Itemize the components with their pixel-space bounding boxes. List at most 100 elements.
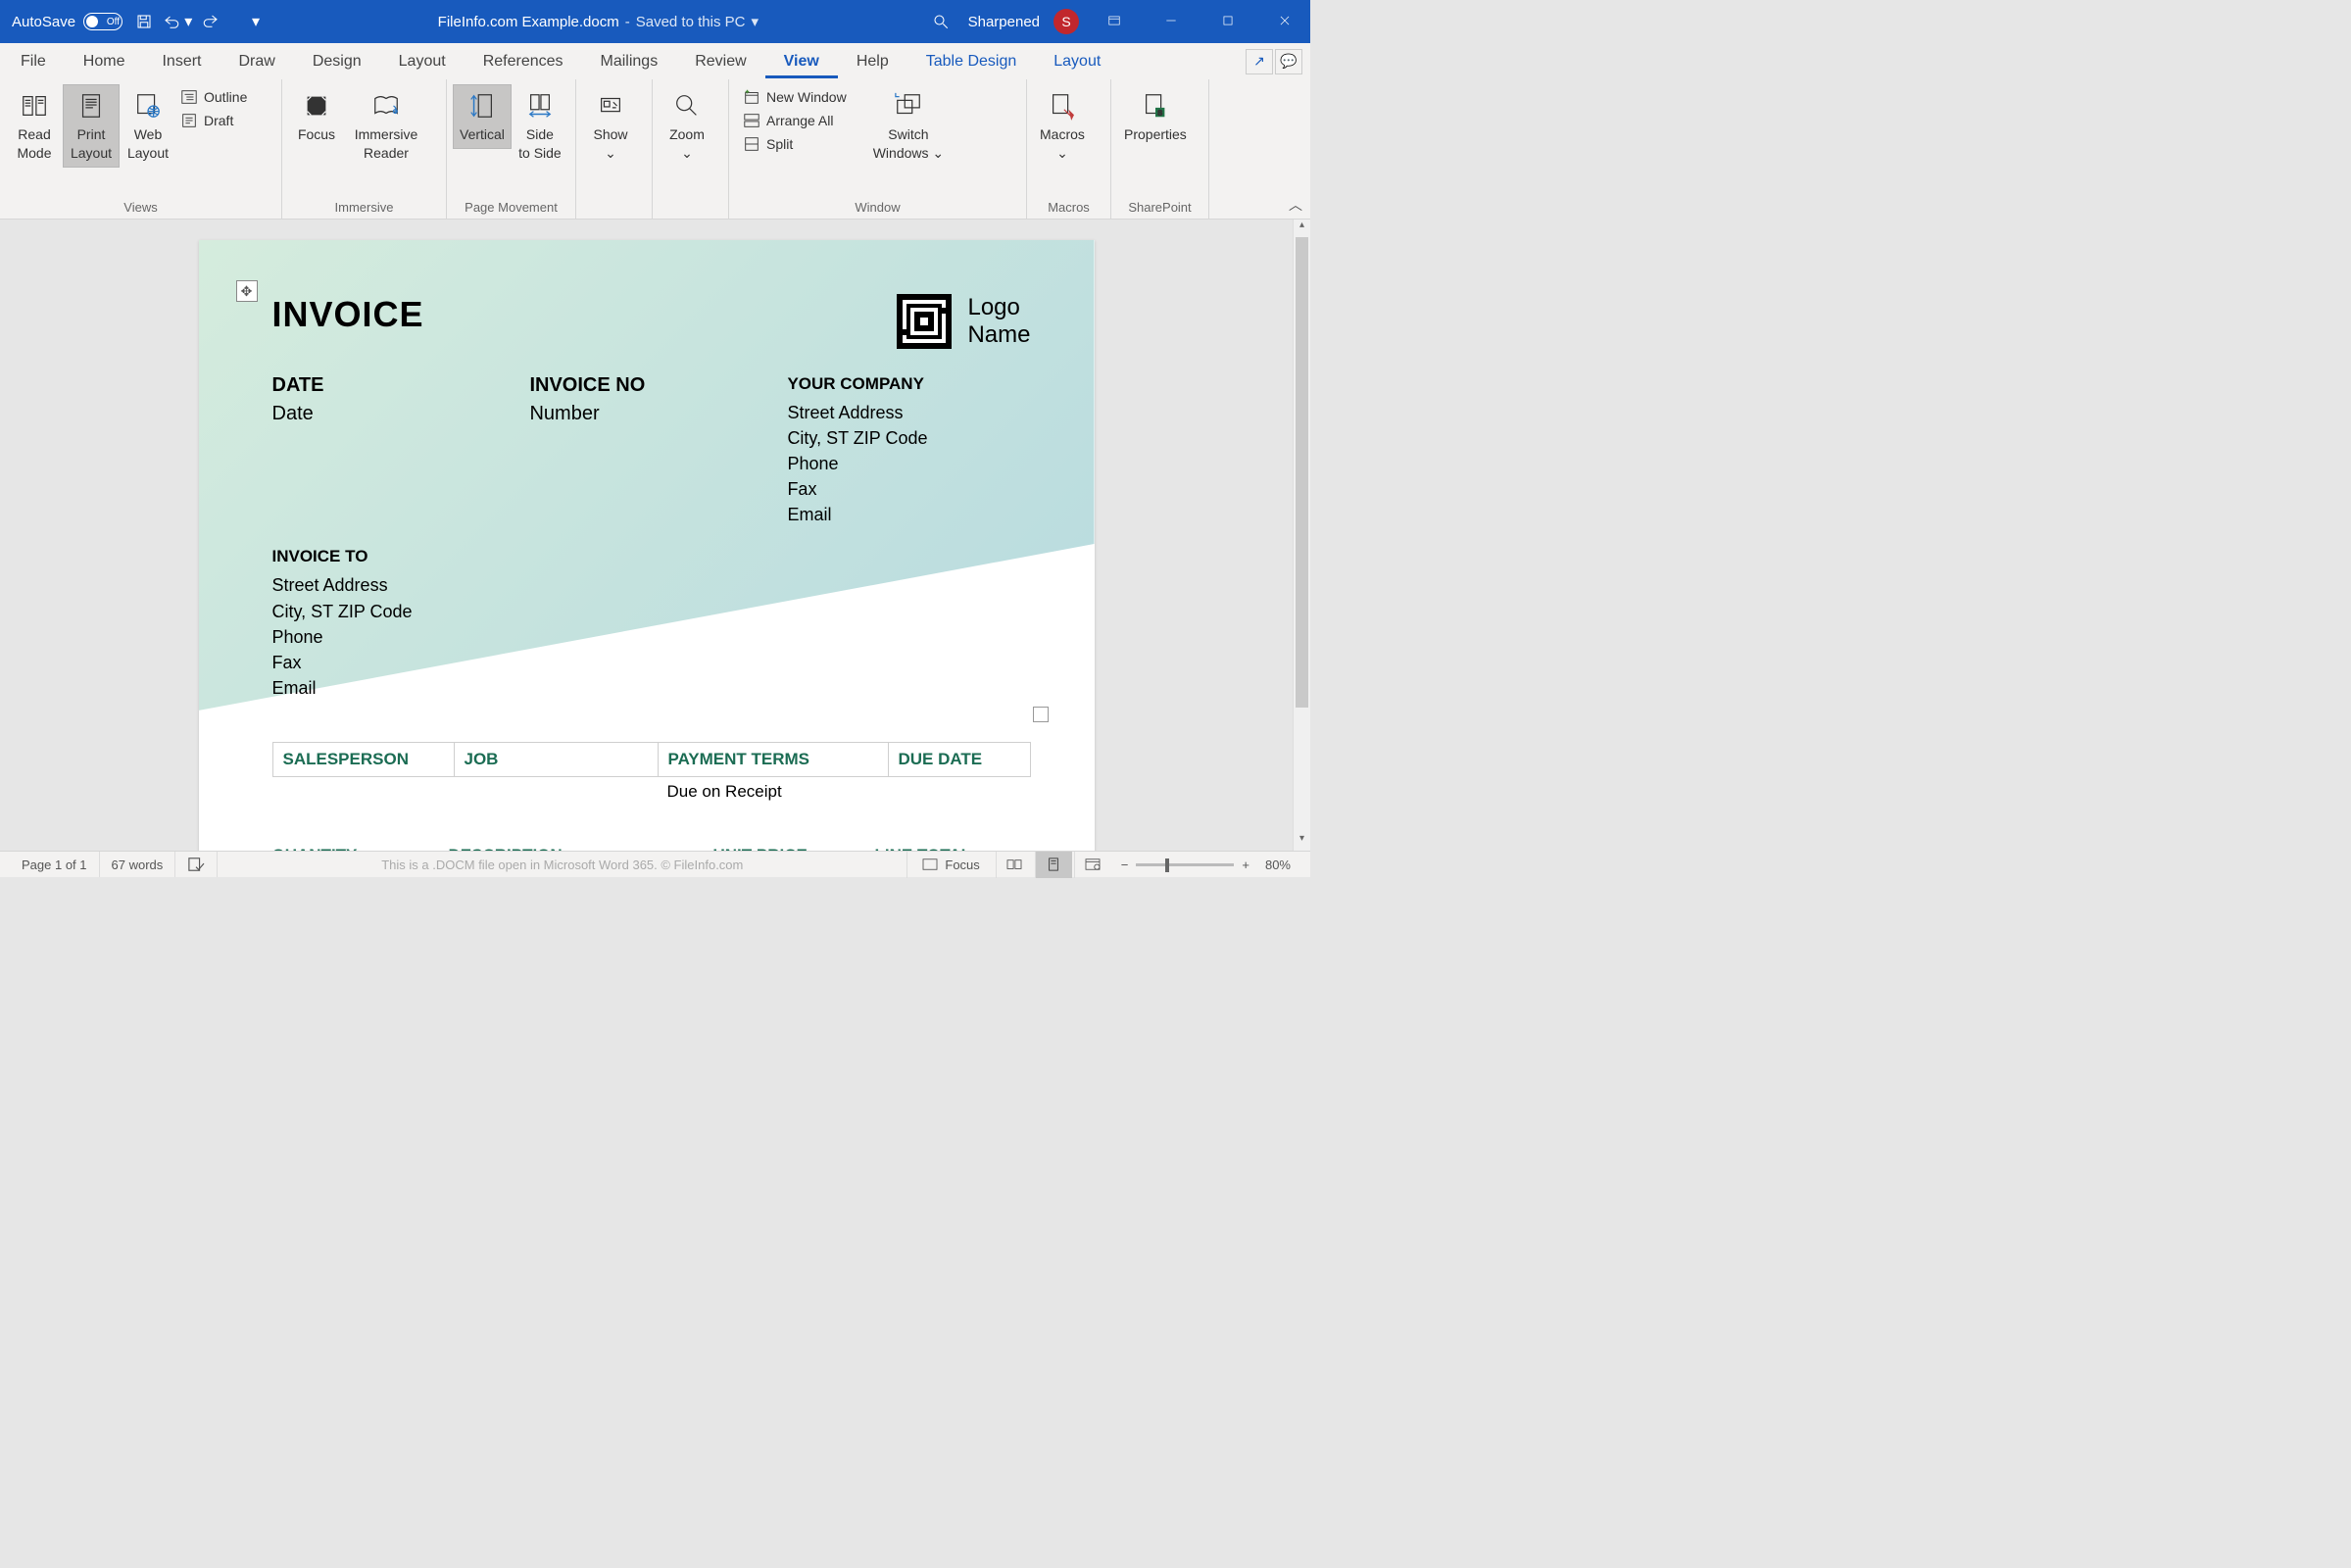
autosave-toggle[interactable]: AutoSave Off xyxy=(12,13,122,30)
minimize-button[interactable] xyxy=(1150,14,1193,30)
web-layout-button[interactable]: WebLayout xyxy=(120,84,176,168)
document-area[interactable]: ✥ LogoName INVOICE DATE Date INVOICE NO … xyxy=(0,220,1293,851)
split-button[interactable]: Split xyxy=(743,135,847,153)
status-bar: Page 1 of 1 67 words This is a .DOCM fil… xyxy=(0,851,1310,877)
show-group-label xyxy=(582,198,646,219)
toggle-icon: Off xyxy=(83,13,122,30)
tab-file[interactable]: File xyxy=(2,45,65,78)
tab-strip: File Home Insert Draw Design Layout Refe… xyxy=(0,43,1310,79)
scroll-thumb[interactable] xyxy=(1296,237,1308,708)
macros-group-label: Macros xyxy=(1033,198,1104,219)
print-layout-icon xyxy=(76,89,106,122)
invoice-no-label: INVOICE NO xyxy=(529,374,787,397)
zoom-group-label xyxy=(659,198,722,219)
switch-windows-icon xyxy=(894,89,923,122)
undo-icon[interactable]: ▾ xyxy=(158,12,197,31)
page-indicator[interactable]: Page 1 of 1 xyxy=(10,852,100,877)
web-layout-view-icon[interactable] xyxy=(1074,852,1111,878)
new-window-icon xyxy=(743,88,760,106)
tab-home[interactable]: Home xyxy=(65,45,144,78)
macros-icon xyxy=(1048,89,1077,122)
chevron-down-icon[interactable]: ▾ xyxy=(751,13,759,30)
avatar[interactable]: S xyxy=(1053,9,1079,34)
tab-view[interactable]: View xyxy=(765,45,838,78)
show-button[interactable]: Show⌄ xyxy=(582,84,639,168)
side-to-side-icon xyxy=(525,89,555,122)
draft-button[interactable]: Draft xyxy=(180,112,247,129)
page-movement-group-label: Page Movement xyxy=(453,198,569,219)
focus-mode-button[interactable]: Focus xyxy=(906,852,993,878)
sharepoint-group-label: SharePoint xyxy=(1117,198,1202,219)
immersive-reader-icon xyxy=(371,89,401,122)
print-layout-button[interactable]: PrintLayout xyxy=(63,84,120,168)
zoom-out-button[interactable]: − xyxy=(1121,858,1129,872)
immersive-group-label: Immersive xyxy=(288,198,440,219)
zoom-button[interactable]: Zoom⌄ xyxy=(659,84,715,168)
collapse-ribbon-icon[interactable]: ︿ xyxy=(1289,195,1302,215)
show-icon xyxy=(596,89,625,122)
spellcheck-icon[interactable] xyxy=(175,852,218,877)
search-icon[interactable] xyxy=(927,13,955,30)
autosave-label: AutoSave xyxy=(12,14,75,30)
maximize-button[interactable] xyxy=(1206,14,1249,30)
zoom-in-button[interactable]: + xyxy=(1242,858,1249,872)
immersive-reader-button[interactable]: ImmersiveReader xyxy=(345,84,427,168)
tab-table-layout[interactable]: Layout xyxy=(1035,45,1119,78)
comments-icon[interactable]: 💬 xyxy=(1275,49,1302,74)
tab-table-design[interactable]: Table Design xyxy=(907,45,1036,78)
vertical-scrollbar[interactable]: ▴ ▾ xyxy=(1293,220,1310,851)
new-window-button[interactable]: New Window xyxy=(743,88,847,106)
svg-text:S: S xyxy=(1157,108,1162,117)
save-icon[interactable] xyxy=(130,13,158,30)
web-layout-icon xyxy=(133,89,163,122)
properties-button[interactable]: S Properties xyxy=(1117,84,1194,149)
vertical-button[interactable]: Vertical xyxy=(453,84,512,149)
your-company-label: YOUR COMPANY xyxy=(787,374,1030,394)
focus-button[interactable]: Focus xyxy=(288,84,345,149)
word-count[interactable]: 67 words xyxy=(100,852,176,877)
scroll-down-icon[interactable]: ▾ xyxy=(1294,833,1310,851)
document-title: FileInfo.com Example.docm - Saved to thi… xyxy=(438,13,759,30)
tab-layout[interactable]: Layout xyxy=(380,45,465,78)
split-icon xyxy=(743,135,760,153)
title-bar: AutoSave Off ▾ ▾ FileInfo.com Example.do… xyxy=(0,0,1310,43)
side-to-side-button[interactable]: Sideto Side xyxy=(512,84,568,168)
read-mode-button[interactable]: ReadMode xyxy=(6,84,63,168)
user-name[interactable]: Sharpened xyxy=(968,14,1040,30)
payment-table: SALESPERSON JOB PAYMENT TERMS DUE DATE D… xyxy=(272,742,1031,807)
scroll-up-icon[interactable]: ▴ xyxy=(1294,220,1310,237)
document-page: ✥ LogoName INVOICE DATE Date INVOICE NO … xyxy=(199,240,1095,851)
read-mode-icon xyxy=(20,89,49,122)
tab-mailings[interactable]: Mailings xyxy=(582,45,677,78)
invoice-no-value: Number xyxy=(529,403,787,425)
share-icon[interactable]: ↗ xyxy=(1246,49,1273,74)
redo-icon[interactable] xyxy=(197,13,224,30)
tab-insert[interactable]: Insert xyxy=(143,45,220,78)
tab-references[interactable]: References xyxy=(465,45,582,78)
close-button[interactable] xyxy=(1263,14,1306,30)
tab-review[interactable]: Review xyxy=(676,45,764,78)
read-view-icon[interactable] xyxy=(996,852,1033,878)
zoom-value[interactable]: 80% xyxy=(1265,858,1291,872)
zoom-slider[interactable] xyxy=(1136,863,1234,866)
switch-windows-button[interactable]: SwitchWindows ⌄ xyxy=(866,84,951,168)
footer-text: This is a .DOCM file open in Microsoft W… xyxy=(218,858,906,872)
ribbon: ReadMode PrintLayout WebLayout Outline D… xyxy=(0,79,1310,220)
window-group-label: Window xyxy=(735,198,1020,219)
macros-button[interactable]: Macros⌄ xyxy=(1033,84,1092,168)
arrange-all-icon xyxy=(743,112,760,129)
qat-customize-icon[interactable]: ▾ xyxy=(242,12,269,31)
focus-icon xyxy=(302,89,331,122)
vertical-icon xyxy=(467,89,497,122)
zoom-icon xyxy=(672,89,702,122)
properties-icon: S xyxy=(1141,89,1170,122)
outline-icon xyxy=(180,88,198,106)
tab-design[interactable]: Design xyxy=(294,45,380,78)
tab-draw[interactable]: Draw xyxy=(220,45,293,78)
tab-help[interactable]: Help xyxy=(838,45,907,78)
arrange-all-button[interactable]: Arrange All xyxy=(743,112,847,129)
ribbon-display-icon[interactable] xyxy=(1093,14,1136,30)
date-value: Date xyxy=(272,403,530,425)
print-layout-view-icon[interactable] xyxy=(1035,852,1072,878)
outline-button[interactable]: Outline xyxy=(180,88,247,106)
